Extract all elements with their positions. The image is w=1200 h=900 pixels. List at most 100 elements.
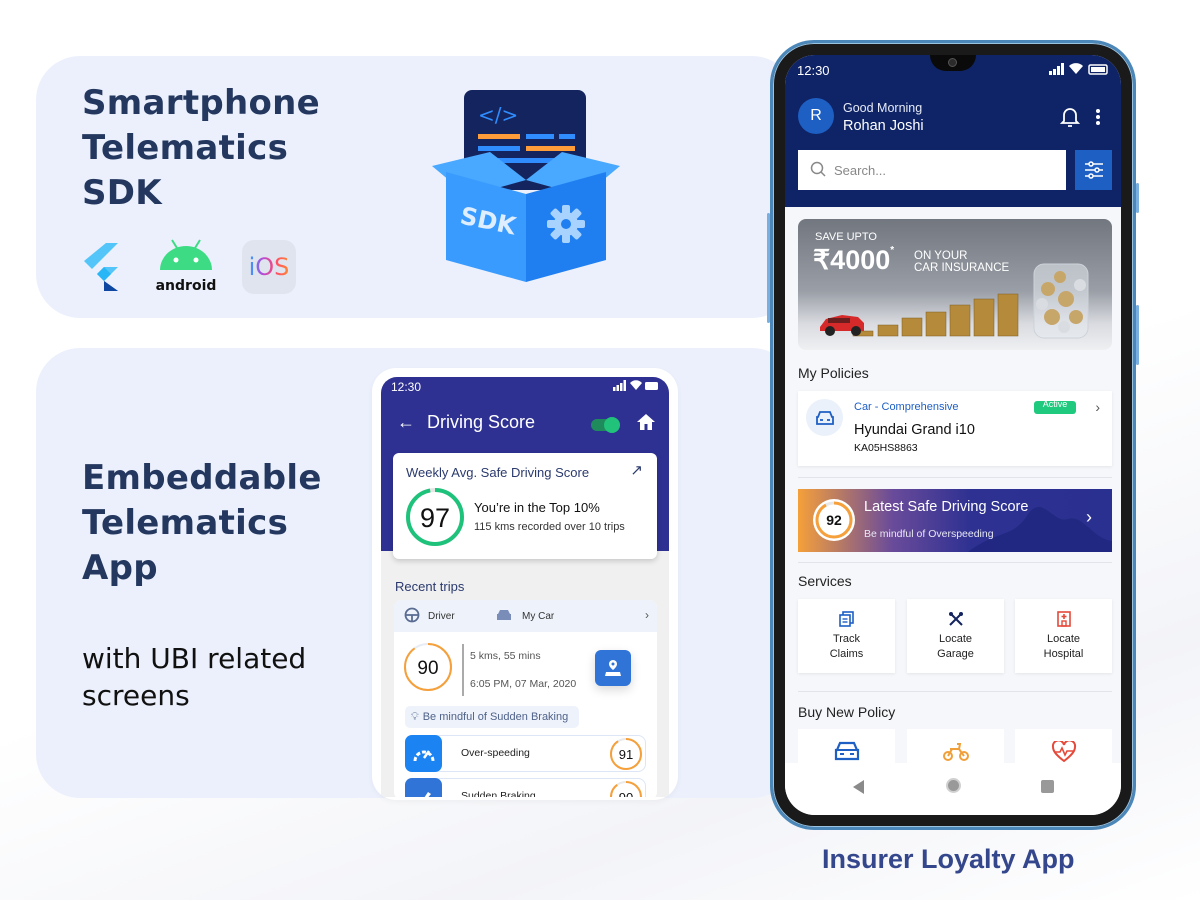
home-icon[interactable] (637, 414, 655, 435)
status-time: 12:30 (391, 380, 422, 394)
score-ring: 92 (812, 498, 856, 547)
tools-icon (907, 611, 1004, 629)
metric-score-ring: 90 (609, 780, 643, 797)
tracking-toggle[interactable] (591, 417, 620, 433)
bike-icon (942, 743, 969, 761)
loyalty-app-caption: Insurer Loyalty App (822, 844, 1075, 874)
sdk-title-line: Telematics (82, 128, 289, 168)
trip-card-header[interactable]: Driver My Car › (394, 600, 657, 632)
map-location-button[interactable] (595, 650, 631, 686)
registration-number: KA05HS8863 (854, 442, 918, 454)
loyalty-app-screen: 12:30 R Good Morning Rohan Joshi Search.… (785, 55, 1121, 815)
expand-arrow-icon[interactable]: ↗ (630, 461, 643, 479)
driving-score-screen: 12:30 ← Driving Score Weekly Avg. Safe D… (381, 377, 669, 797)
metric-row[interactable]: Sudden Braking 90 (405, 778, 646, 797)
chevron-right-icon[interactable]: › (645, 608, 649, 622)
car-icon (806, 399, 843, 436)
app-subtitle: with UBI related screens (82, 640, 306, 714)
service-label: Locate (938, 633, 973, 645)
marketing-canvas: Smartphone Telematics SDK android iOS </… (0, 0, 1200, 900)
search-placeholder: Search... (834, 162, 887, 178)
app-title-line: Embeddable (82, 458, 322, 498)
search-input[interactable]: Search... (798, 150, 1066, 190)
android-nav-bar (785, 763, 1121, 815)
metric-row[interactable]: Over-speeding 91 (405, 735, 646, 772)
buy-policy-heading: Buy New Policy (798, 704, 896, 720)
weekly-score-title: Weekly Avg. Safe Driving Score (406, 465, 590, 480)
service-label: Track (832, 633, 861, 645)
ios-icon: iOS (242, 240, 296, 294)
promo-banner[interactable]: SAVE UPTO ₹4000* ON YOUR CAR INSURANCE (798, 219, 1112, 350)
back-arrow-icon[interactable]: ← (397, 412, 415, 433)
trip-datetime: 6:05 PM, 07 Mar, 2020 (470, 678, 577, 690)
status-time: 12:30 (797, 63, 830, 78)
weekly-score-card[interactable]: Weekly Avg. Safe Driving Score ↗ 97 You’… (393, 453, 657, 559)
trip-score-ring: 90 (402, 641, 454, 698)
health-icon (1051, 741, 1076, 763)
recent-trips-label: Recent trips (395, 579, 465, 594)
nav-recents-icon[interactable] (1041, 780, 1054, 793)
service-label: Garage (937, 648, 974, 660)
sliders-icon (1084, 161, 1103, 179)
app-title-line: Telematics (82, 503, 289, 543)
service-locate-garage[interactable]: Locate Garage (907, 599, 1004, 673)
app-subtitle-line: with UBI related (82, 642, 307, 675)
front-camera (948, 58, 957, 67)
search-icon (810, 161, 826, 180)
metric-label: Sudden Braking (461, 790, 536, 797)
chevron-right-icon[interactable]: › (1095, 399, 1100, 415)
driving-tip: 💡︎ Be mindful of Sudden Braking (405, 706, 579, 728)
app-title-line: App (82, 548, 158, 588)
car-label: My Car (522, 610, 555, 622)
braking-icon (405, 778, 442, 797)
screen-title: Driving Score (427, 412, 536, 432)
app-subtitle-line: screens (82, 679, 190, 712)
filter-button[interactable] (1075, 150, 1112, 190)
svg-text:91: 91 (619, 747, 633, 762)
score-banner-title: Latest Safe Driving Score (864, 499, 1029, 515)
service-label: Locate (1046, 633, 1081, 645)
user-name: Rohan Joshi (843, 118, 924, 134)
driving-score-phone: 12:30 ← Driving Score Weekly Avg. Safe D… (372, 368, 678, 800)
distance-summary: 115 kms recorded over 10 trips (474, 521, 625, 533)
policy-type: Car - Comprehensive (854, 401, 959, 413)
divider (462, 644, 464, 696)
my-policies-heading: My Policies (798, 365, 869, 381)
service-locate-hospital[interactable]: Locate Hospital (1015, 599, 1112, 673)
car-icon (834, 741, 859, 761)
sdk-title-line: Smartphone (82, 83, 321, 123)
app-title: Embeddable Telematics App (82, 456, 322, 591)
screen-title-bar: ← Driving Score (397, 412, 535, 433)
ios-label: iOS (248, 253, 290, 281)
trip-card[interactable]: Driver My Car › 90 5 kms, 55 mins 6:05 P… (394, 600, 657, 797)
steering-wheel-icon (404, 607, 420, 626)
nav-back-icon[interactable] (853, 780, 864, 794)
bell-icon[interactable] (1059, 106, 1081, 133)
status-badge: Active (1034, 401, 1076, 414)
hospital-icon (1015, 611, 1112, 629)
driver-label: Driver (428, 610, 455, 622)
service-label: Claims (829, 648, 864, 660)
chevron-right-icon[interactable]: › (1086, 507, 1092, 528)
metric-score-ring: 91 (609, 737, 643, 776)
more-menu-icon[interactable] (1095, 108, 1101, 131)
claims-icon (798, 611, 895, 629)
android-icon: android (154, 238, 218, 296)
speedometer-icon (405, 735, 442, 772)
latest-score-banner[interactable]: 92 Latest Safe Driving Score Be mindful … (798, 489, 1112, 552)
nav-home-icon[interactable] (946, 778, 961, 793)
rank-text: You’re in the Top 10% (474, 500, 600, 515)
sdk-title-line: SDK (82, 173, 162, 213)
platform-logos: android iOS (82, 238, 296, 296)
avatar[interactable]: R (798, 98, 834, 134)
lightbulb-icon: 💡︎ (411, 710, 419, 723)
policy-card[interactable]: Car - Comprehensive Active › Hyundai Gra… (798, 391, 1112, 466)
divider (798, 562, 1112, 563)
policy-vehicle: Hyundai Grand i10 (854, 422, 975, 438)
service-track-claims[interactable]: Track Claims (798, 599, 895, 673)
svg-text:92: 92 (826, 512, 842, 528)
trip-distance-duration: 5 kms, 55 mins (470, 650, 541, 662)
power-button (1136, 305, 1139, 365)
divider (798, 477, 1112, 478)
services-heading: Services (798, 573, 852, 589)
